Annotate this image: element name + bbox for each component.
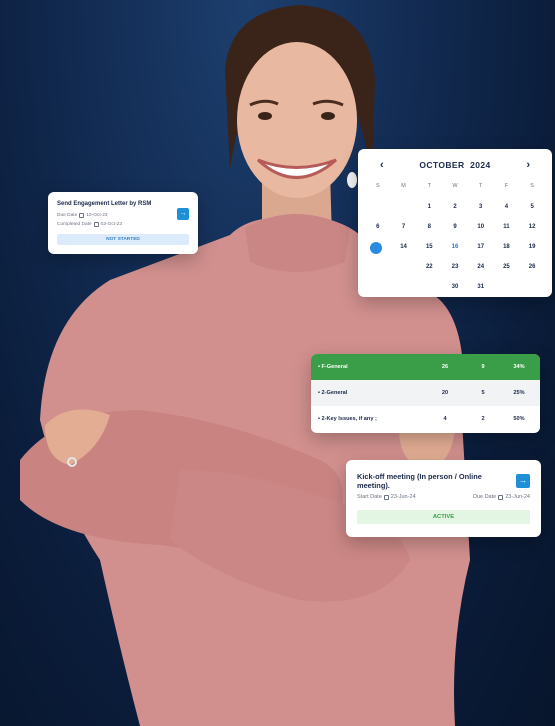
calendar-day <box>365 260 391 280</box>
calendar-day <box>391 260 417 280</box>
calendar-day <box>391 280 417 300</box>
calendar-icon <box>383 494 389 500</box>
kickoff-title: Kick-off meeting (In person / Online mee… <box>357 472 482 490</box>
calendar-day[interactable]: 23 <box>442 260 468 280</box>
calendar-day[interactable]: 13 <box>365 240 391 260</box>
calendar-grid: S M T W T F S 1 2 3 4 5 6 7 8 9 10 11 12 13 14 15 16 17 18 19 22 23… <box>365 180 545 300</box>
due-date-row: Due Date 10-Oct-23 <box>57 213 108 218</box>
calendar-day[interactable]: 1 <box>416 200 442 220</box>
due-date-value: 23-Jun-24 <box>505 494 530 500</box>
calendar-day <box>416 280 442 300</box>
row-value-a: 4 <box>443 416 447 422</box>
start-date-row: Start Date 23-Jun-24 <box>357 494 416 500</box>
calendar-day[interactable]: 5 <box>519 200 545 220</box>
calendar-day[interactable]: 9 <box>442 220 468 240</box>
calendar-day[interactable]: 4 <box>494 200 520 220</box>
calendar-icon <box>93 222 99 227</box>
row-value-a: 26 <box>441 364 449 370</box>
chevron-left-icon[interactable]: ‹ <box>380 159 384 171</box>
calendar-day[interactable]: 24 <box>468 260 494 280</box>
calendar-day <box>365 280 391 300</box>
weekday-label: M <box>401 183 406 189</box>
row-value-b: 2 <box>481 416 485 422</box>
completed-date-label: Completed Date <box>57 222 92 227</box>
weekday-label: S <box>376 183 380 189</box>
calendar-year: 2024 <box>470 160 491 170</box>
due-date-row: Due Date 23-Jun-24 <box>473 494 530 500</box>
stats-table: • F-General 26 9 34% • 2-General 20 5 25… <box>311 354 540 433</box>
table-row[interactable]: • 2-Key Issues, if any ; 4 2 50% <box>311 406 540 432</box>
row-percent: 34% <box>513 364 525 370</box>
calendar-day[interactable]: 2 <box>442 200 468 220</box>
due-date-label: Due Date <box>57 213 78 218</box>
calendar-day[interactable]: 3 <box>468 200 494 220</box>
calendar-day[interactable]: 16 <box>442 240 468 260</box>
start-date-value: 23-Jun-24 <box>390 494 416 500</box>
calendar-day[interactable]: 19 <box>519 240 545 260</box>
calendar-day[interactable]: 26 <box>519 260 545 280</box>
calendar-day[interactable]: 25 <box>494 260 520 280</box>
task-card[interactable]: Send Engagement Letter by RSM Due Date 1… <box>48 192 198 254</box>
weekday-label: W <box>452 183 458 189</box>
status-badge: ACTIVE <box>357 510 530 524</box>
row-name: • 2-General <box>318 390 348 396</box>
kickoff-card[interactable]: Kick-off meeting (In person / Online mee… <box>346 460 541 537</box>
table-row[interactable]: • F-General 26 9 34% <box>311 354 540 380</box>
task-title: Send Engagement Letter by RSM <box>57 201 152 207</box>
weekday-label: T <box>479 183 483 189</box>
arrow-right-icon[interactable]: → <box>177 208 189 220</box>
calendar-day[interactable]: 7 <box>391 220 417 240</box>
weekday-label: S <box>530 183 534 189</box>
calendar-icon <box>79 213 85 218</box>
calendar-header: ‹ OCTOBER 2024 › <box>358 158 552 172</box>
calendar-day[interactable]: 12 <box>519 220 545 240</box>
table-row[interactable]: • 2-General 20 5 25% <box>311 380 540 406</box>
calendar-day <box>519 280 545 300</box>
due-date-label: Due Date <box>472 494 497 500</box>
weekday-label: T <box>427 183 431 189</box>
row-name: • 2-Key Issues, if any ; <box>318 416 377 422</box>
completed-date-value: 03-Oct-23 <box>100 222 123 227</box>
calendar-day[interactable]: 31 <box>468 280 494 300</box>
calendar-day[interactable]: 17 <box>468 240 494 260</box>
calendar-day[interactable]: 6 <box>365 220 391 240</box>
row-value-b: 9 <box>481 364 485 370</box>
calendar-widget: ‹ OCTOBER 2024 › S M T W T F S 1 2 3 4 5 6 7 8 9 10 11 12 1… <box>358 149 552 297</box>
status-badge: NOT STARTED <box>57 234 189 245</box>
calendar-day <box>365 200 391 220</box>
row-name: • F-General <box>318 364 348 370</box>
calendar-month: OCTOBER <box>419 160 465 170</box>
calendar-day <box>494 280 520 300</box>
calendar-day[interactable]: 18 <box>494 240 520 260</box>
weekday-label: F <box>504 183 509 189</box>
calendar-icon <box>498 494 504 500</box>
calendar-day[interactable]: 8 <box>416 220 442 240</box>
completed-date-row: Completed Date 03-Oct-23 <box>57 222 122 227</box>
calendar-day[interactable]: 15 <box>416 240 442 260</box>
calendar-day[interactable]: 22 <box>416 260 442 280</box>
calendar-day[interactable]: 14 <box>391 240 417 260</box>
row-value-b: 5 <box>481 390 485 396</box>
calendar-day[interactable]: 11 <box>494 220 520 240</box>
start-date-label: Start Date <box>357 494 382 500</box>
calendar-day <box>391 200 417 220</box>
calendar-day[interactable]: 30 <box>442 280 468 300</box>
due-date-value: 10-Oct-23 <box>86 213 108 218</box>
chevron-right-icon[interactable]: › <box>526 159 530 171</box>
row-percent: 25% <box>513 390 525 396</box>
arrow-right-icon[interactable]: → <box>516 474 530 488</box>
row-value-a: 20 <box>441 390 449 396</box>
row-percent: 50% <box>513 416 525 422</box>
calendar-day[interactable]: 10 <box>468 220 494 240</box>
calendar-month-year: OCTOBER 2024 <box>419 160 490 170</box>
